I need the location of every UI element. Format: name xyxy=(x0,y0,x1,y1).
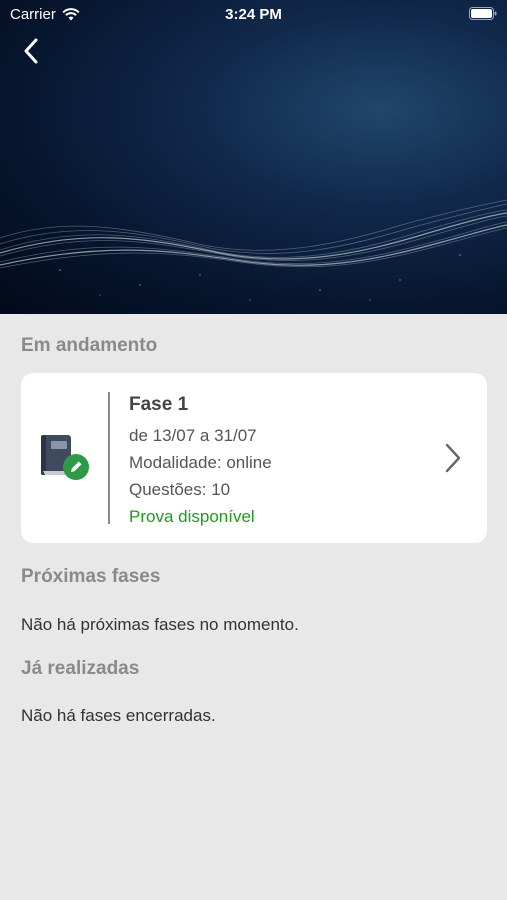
card-divider xyxy=(108,392,110,524)
phase-title: Fase 1 xyxy=(129,394,189,415)
section-title-upcoming: Próximas fases xyxy=(21,566,161,587)
status-right xyxy=(469,7,497,24)
chevron-right-icon xyxy=(445,443,461,473)
completed-empty-message: Não há fases encerradas. xyxy=(21,706,216,725)
upcoming-empty-message: Não há próximas fases no momento. xyxy=(21,615,299,634)
header-banner: Carrier 3:24 PM xyxy=(0,0,507,314)
phase-status: Prova disponível xyxy=(129,507,255,526)
phase-card[interactable]: Fase 1 de 13/07 a 31/07 Modalidade: onli… xyxy=(21,373,487,543)
book-edit-icon xyxy=(39,431,91,483)
back-button[interactable] xyxy=(14,34,48,68)
phase-modality: Modalidade: online xyxy=(129,453,272,472)
status-bar: Carrier 3:24 PM xyxy=(0,0,507,28)
status-time: 3:24 PM xyxy=(225,6,282,23)
chevron-left-icon xyxy=(24,38,38,64)
card-details: Fase 1 de 13/07 a 31/07 Modalidade: onli… xyxy=(129,394,272,530)
phase-questions: Questões: 10 xyxy=(129,480,231,499)
section-title-in-progress: Em andamento xyxy=(21,335,158,356)
battery-icon xyxy=(469,7,497,20)
section-title-completed: Já realizadas xyxy=(21,658,140,679)
phase-dates: de 13/07 a 31/07 xyxy=(129,426,257,445)
wave-background-image xyxy=(0,199,507,301)
